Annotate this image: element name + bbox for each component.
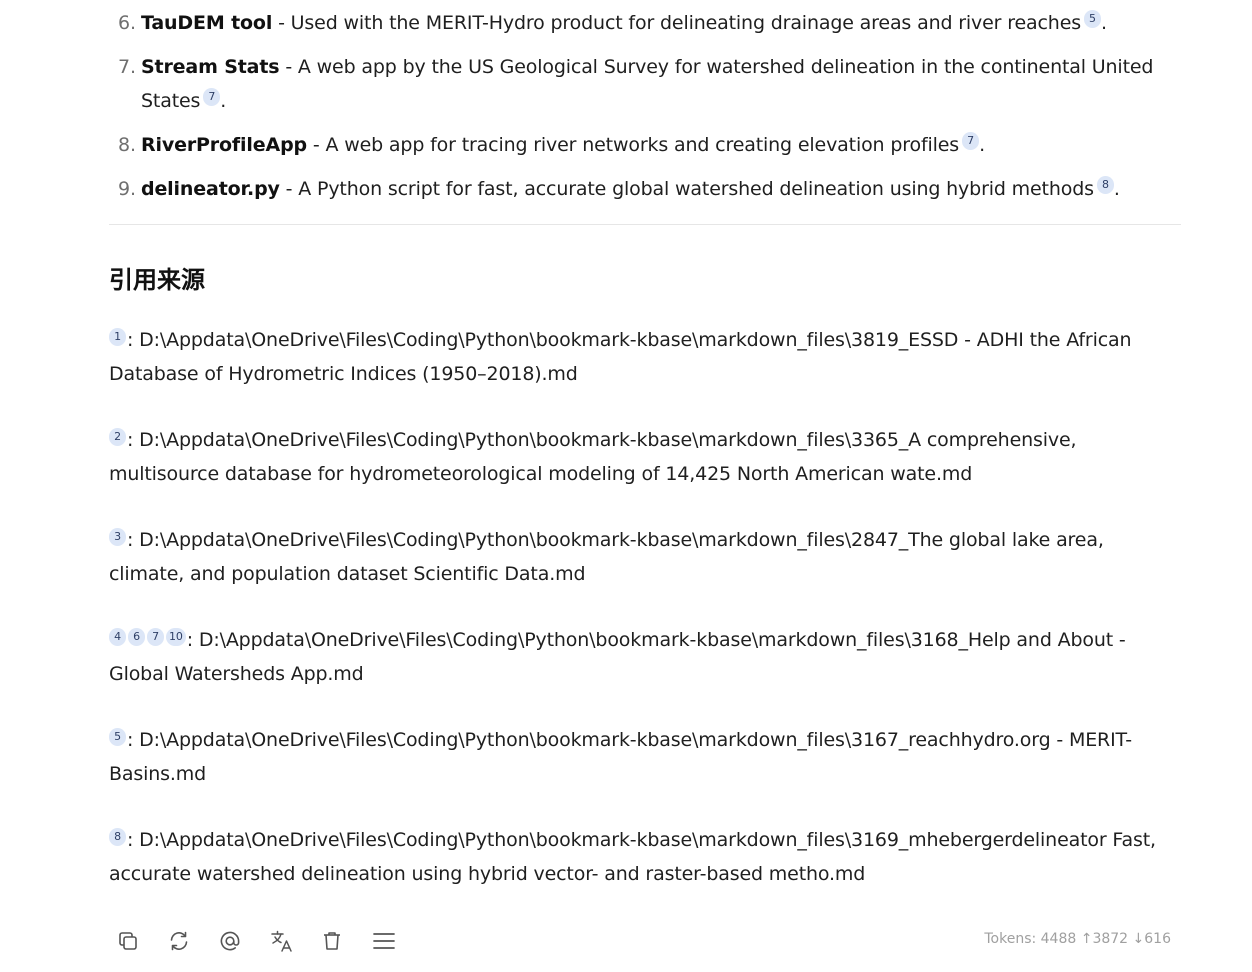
menu-icon xyxy=(373,933,395,949)
source-entry: 1: D:\Appdata\OneDrive\Files\Coding\Pyth… xyxy=(109,323,1181,391)
citation-badge[interactable]: 1 xyxy=(109,328,126,346)
citation-badge[interactable]: 5 xyxy=(109,728,126,746)
source-path: : D:\Appdata\OneDrive\Files\Coding\Pytho… xyxy=(109,529,1104,585)
citation-badge[interactable]: 8 xyxy=(109,828,126,846)
source-path: : D:\Appdata\OneDrive\Files\Coding\Pytho… xyxy=(109,329,1132,385)
citation-badge[interactable]: 8 xyxy=(1096,176,1114,194)
tool-description: - Used with the MERIT-Hydro product for … xyxy=(272,12,1081,34)
tool-list: 6. TauDEM tool - Used with the MERIT-Hydr… xyxy=(109,0,1181,206)
tool-name: TauDEM tool xyxy=(141,12,273,34)
citation-badge[interactable]: 5 xyxy=(1083,10,1101,28)
citation-badge[interactable]: 10 xyxy=(166,628,186,646)
citation-badge[interactable]: 7 xyxy=(203,88,221,106)
tool-description: - A Python script for fast, accurate glo… xyxy=(279,178,1094,200)
citation-badge[interactable]: 3 xyxy=(109,528,126,546)
mention-button[interactable] xyxy=(219,928,270,954)
source-entry: 2: D:\Appdata\OneDrive\Files\Coding\Pyth… xyxy=(109,423,1181,491)
source-path: : D:\Appdata\OneDrive\Files\Coding\Pytho… xyxy=(109,629,1126,685)
list-number: 7. xyxy=(118,56,136,78)
translate-button[interactable] xyxy=(270,928,321,954)
citation-badge[interactable]: 4 xyxy=(109,628,126,646)
source-entry: 4 6 7 10: D:\Appdata\OneDrive\Files\Coding\… xyxy=(109,623,1181,691)
delete-button[interactable] xyxy=(321,928,372,954)
sentence-end: . xyxy=(1100,12,1107,34)
sources-heading: 引用来源 xyxy=(109,266,205,294)
list-number: 8. xyxy=(118,134,136,156)
source-path: : D:\Appdata\OneDrive\Files\Coding\Pytho… xyxy=(109,829,1156,885)
source-path: : D:\Appdata\OneDrive\Files\Coding\Pytho… xyxy=(109,729,1132,785)
citation-badge[interactable]: 7 xyxy=(147,628,164,646)
citation-badge[interactable]: 2 xyxy=(109,428,126,446)
list-number: 6. xyxy=(118,12,136,34)
regenerate-button[interactable] xyxy=(168,928,219,954)
citation-badge[interactable]: 7 xyxy=(962,132,980,150)
tool-name: RiverProfileApp xyxy=(141,134,307,156)
message-content: 6. TauDEM tool - Used with the MERIT-Hydr… xyxy=(109,0,1181,891)
sentence-end: . xyxy=(220,90,227,112)
sources-list: 1: D:\Appdata\OneDrive\Files\Coding\Pyth… xyxy=(109,323,1181,891)
regenerate-icon xyxy=(170,931,188,951)
source-entry: 8: D:\Appdata\OneDrive\Files\Coding\Pyth… xyxy=(109,823,1181,891)
tool-name: delineator.py xyxy=(141,178,280,200)
source-path: : D:\Appdata\OneDrive\Files\Coding\Pytho… xyxy=(109,429,1077,485)
citation-badge[interactable]: 6 xyxy=(128,628,145,646)
token-usage: Tokens: 4488 ↑3872 ↓616 xyxy=(984,931,1171,947)
list-number: 9. xyxy=(118,178,136,200)
mention-icon xyxy=(220,931,240,951)
tool-description: - A web app by the US Geological Survey … xyxy=(141,56,1154,112)
source-entry: 5: D:\Appdata\OneDrive\Files\Coding\Pyth… xyxy=(109,723,1181,791)
translate-icon xyxy=(271,930,292,952)
tool-description: - A web app for tracing river networks a… xyxy=(306,134,960,156)
source-entry: 3: D:\Appdata\OneDrive\Files\Coding\Pyth… xyxy=(109,523,1181,591)
section-divider xyxy=(109,224,1181,225)
more-menu-button[interactable] xyxy=(372,928,423,954)
tool-name: Stream Stats xyxy=(141,56,280,78)
tool-list-item: 7. Stream Stats - A web app by the US Geo… xyxy=(118,50,1181,118)
sentence-end: . xyxy=(979,134,985,156)
sentence-end: . xyxy=(1113,178,1120,200)
copy-icon xyxy=(119,932,137,950)
tool-list-item: 6. TauDEM tool - Used with the MERIT-Hydr… xyxy=(118,6,1181,40)
tool-list-item: 9. delineator.py - A Python script for fa… xyxy=(118,172,1181,206)
tool-list-item: 8. RiverProfileApp - A web app for tracin… xyxy=(118,128,1181,162)
copy-button[interactable] xyxy=(117,928,168,954)
delete-icon xyxy=(324,932,340,950)
message-toolbar xyxy=(117,928,423,954)
